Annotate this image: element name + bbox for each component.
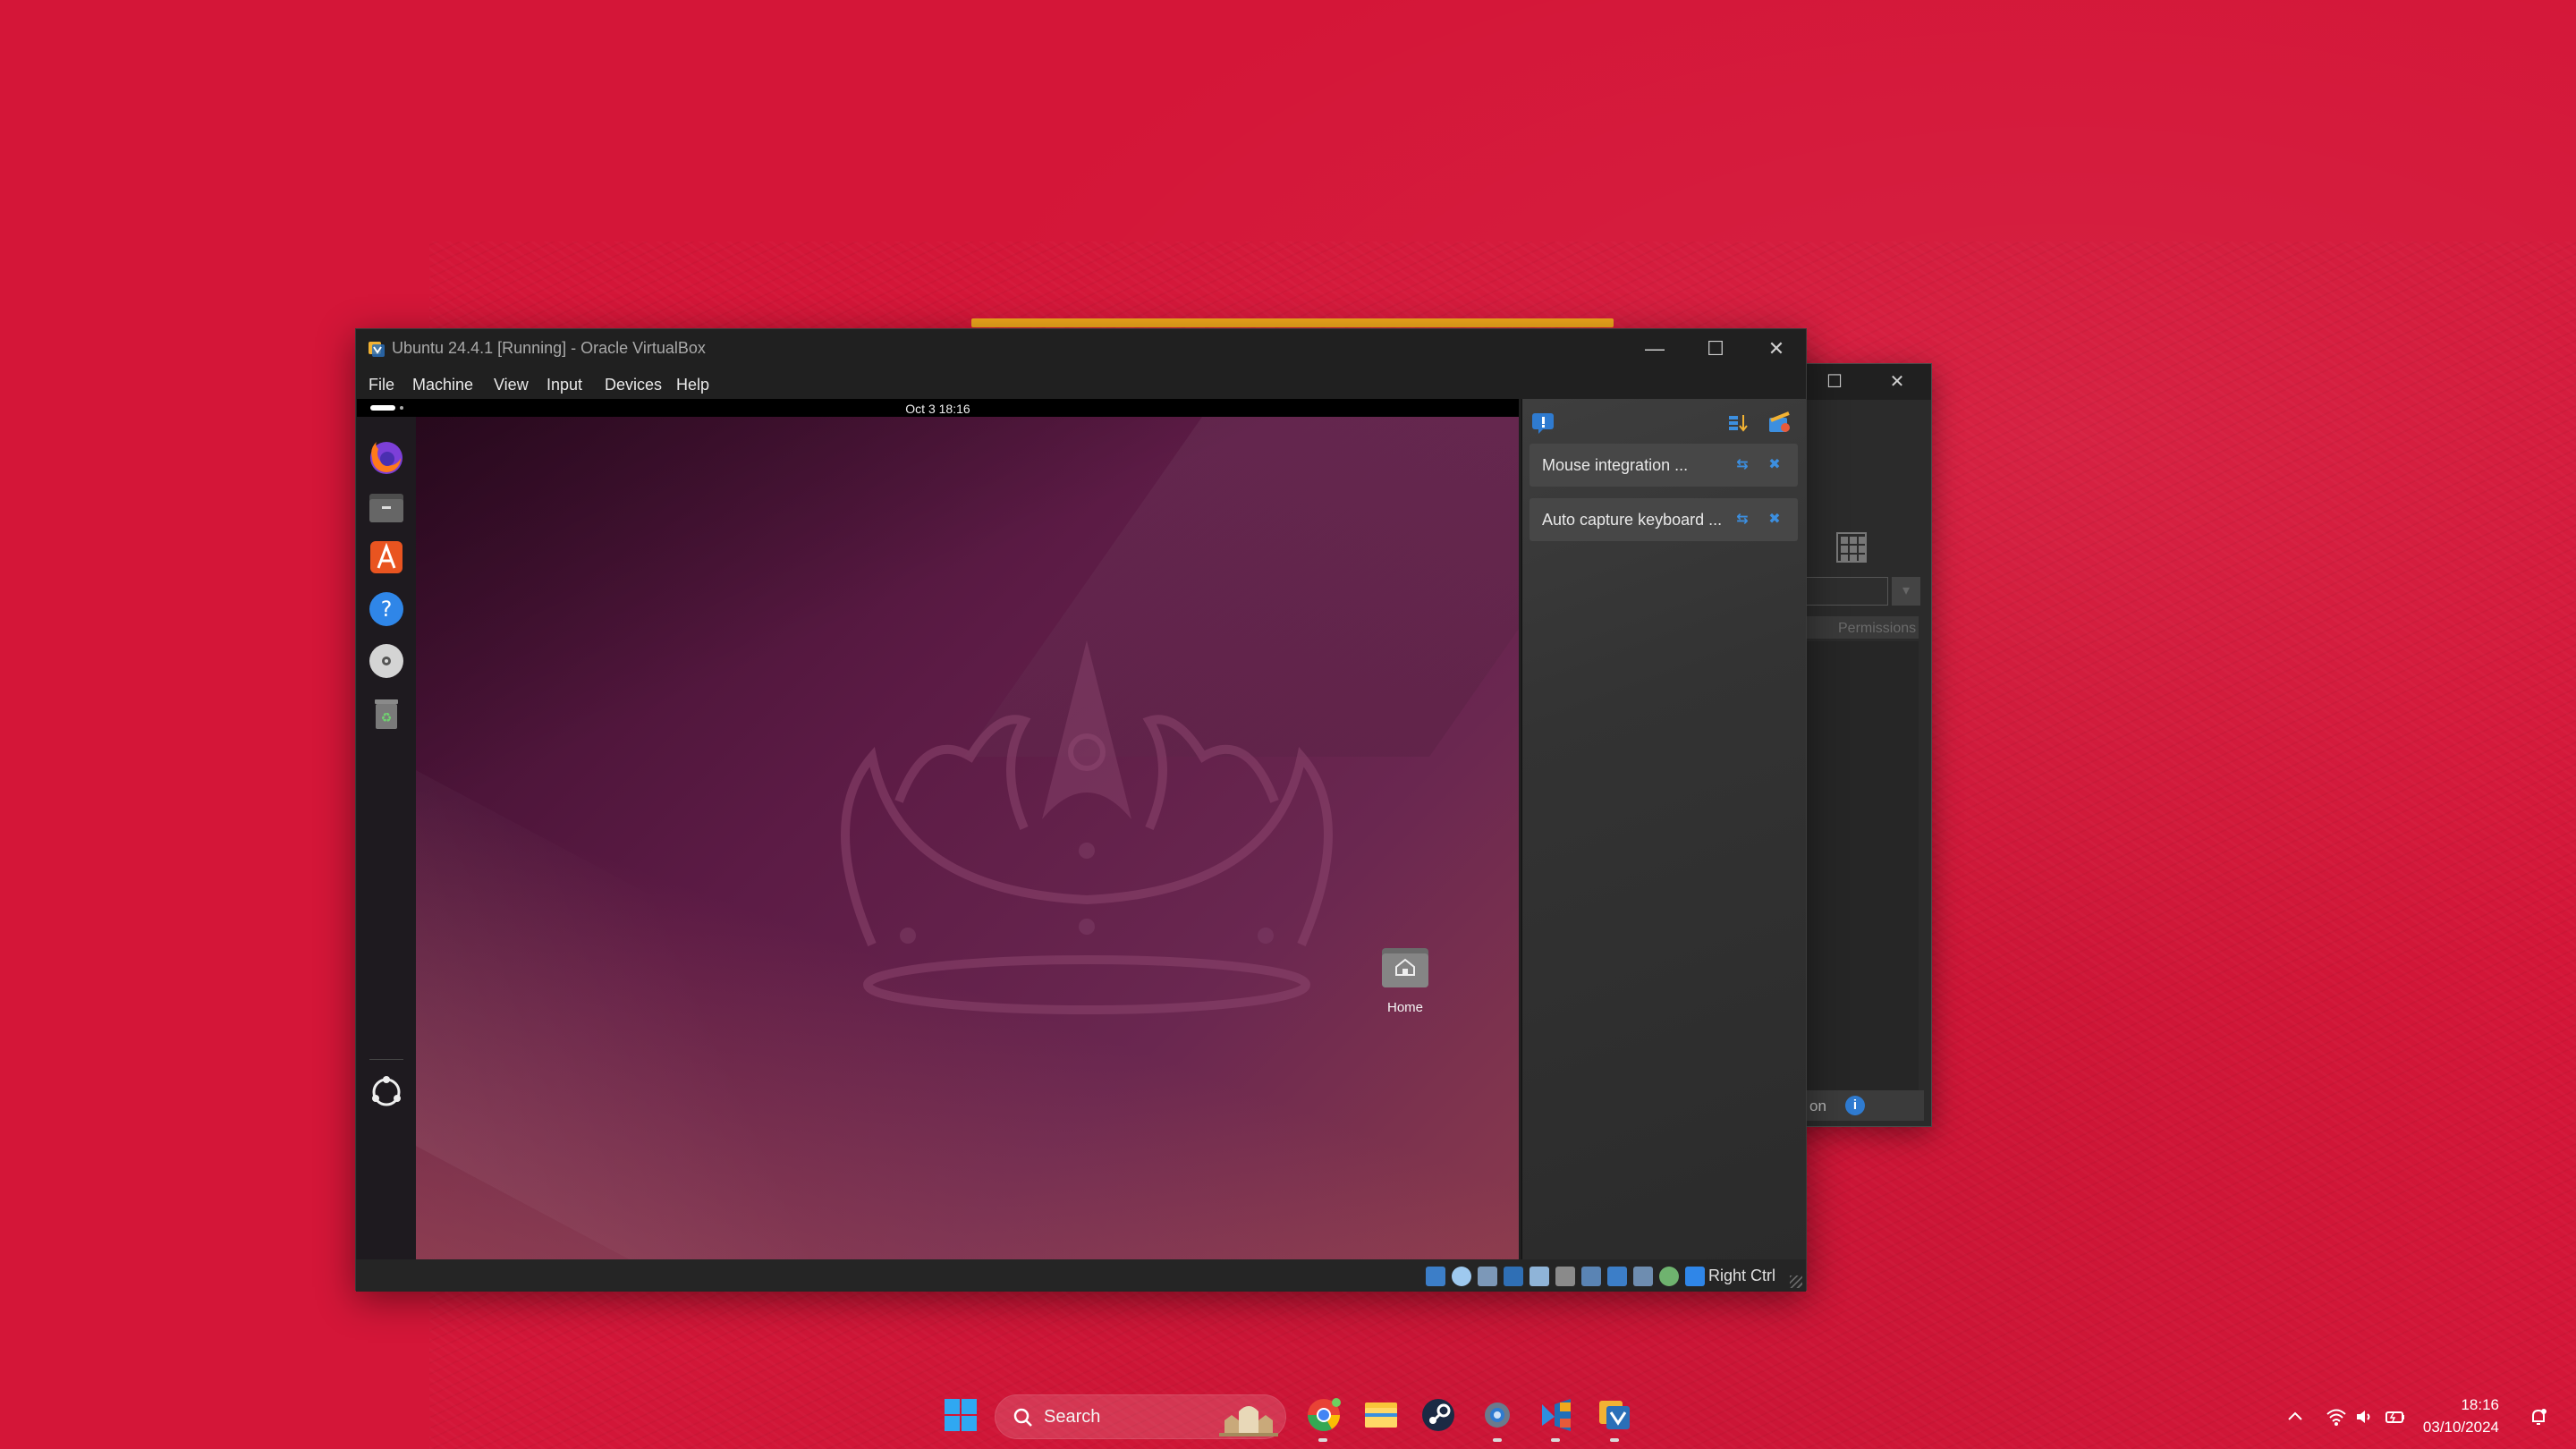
guest-additions-icon[interactable] <box>1659 1267 1679 1286</box>
vm-window[interactable]: Ubuntu 24.4.1 [Running] - Oracle Virtual… <box>355 328 1807 1292</box>
manager-maximize-button[interactable]: ☐ <box>1817 371 1852 393</box>
info-icon[interactable]: i <box>1845 1096 1865 1115</box>
notification-text: Mouse integration ... <box>1542 456 1689 474</box>
virtualbox-icon[interactable] <box>1596 1395 1635 1435</box>
virtualbox-icon <box>369 342 385 357</box>
ubuntu-desktop[interactable]: Home <box>416 417 1519 1259</box>
manager-list[interactable] <box>1790 641 1919 1106</box>
file-explorer-icon[interactable] <box>1361 1395 1401 1435</box>
guest-display[interactable]: Oct 3 18:16 ? ♻ Home <box>357 399 1519 1259</box>
vm-status-bar: Right Ctrl <box>356 1259 1806 1292</box>
permissions-label: Permissions <box>1838 621 1917 636</box>
show-apps-icon[interactable] <box>366 1072 407 1113</box>
network-icon[interactable] <box>1504 1267 1523 1286</box>
notification-auto-capture-keyboard[interactable]: Auto capture keyboard ... ⇆ ✖ <box>1530 498 1798 541</box>
battery-icon[interactable] <box>2385 1406 2406 1428</box>
volume-icon[interactable] <box>2354 1406 2376 1428</box>
close-button[interactable]: ✕ <box>1746 329 1807 369</box>
manager-filter-dropdown[interactable]: ▾ <box>1892 577 1920 606</box>
maximize-button[interactable]: ☐ <box>1685 329 1746 369</box>
notification-mouse-integration[interactable]: Mouse integration ... ⇆ ✖ <box>1530 444 1798 487</box>
crown-wallpaper-logo <box>841 640 1333 1014</box>
menu-bar: File Machine View Input Devices Help <box>356 369 1806 399</box>
app-center-icon[interactable] <box>366 537 407 578</box>
virtualbox-running-indicator <box>1610 1438 1619 1442</box>
dock-separator <box>369 1059 403 1060</box>
home-folder-label: Home <box>1386 1000 1423 1015</box>
optical-drive-icon[interactable] <box>1452 1267 1471 1286</box>
tray-date[interactable]: 03/10/2024 <box>2410 1419 2499 1436</box>
clear-all-icon[interactable] <box>1766 410 1792 436</box>
notification-text: Auto capture keyboard ... <box>1542 511 1723 529</box>
chrome-running-indicator <box>1318 1438 1327 1442</box>
vm-titlebar[interactable]: Ubuntu 24.4.1 [Running] - Oracle Virtual… <box>356 329 1806 369</box>
background-window-edge <box>971 318 1614 327</box>
notification-center-icon[interactable] <box>1530 410 1556 436</box>
help-icon[interactable]: ? <box>366 589 407 630</box>
manager-close-button[interactable]: ✕ <box>1879 371 1915 393</box>
host-key-label[interactable]: Right Ctrl <box>1708 1267 1775 1285</box>
virtualization-icon[interactable] <box>1633 1267 1653 1286</box>
start-icon[interactable] <box>941 1395 980 1435</box>
display-icon[interactable] <box>1581 1267 1601 1286</box>
dismiss-icon[interactable]: ✖ <box>1766 511 1784 529</box>
ubuntu-dock: ? ♻ <box>357 417 416 1259</box>
chrome-icon[interactable] <box>1304 1395 1343 1435</box>
shared-folders-icon[interactable] <box>1555 1267 1575 1286</box>
wifi-icon[interactable] <box>2326 1406 2347 1428</box>
chevron-up-icon[interactable] <box>2284 1406 2306 1428</box>
permissions-column-header[interactable]: Permissions <box>1790 616 1919 640</box>
ubuntu-top-bar: Oct 3 18:16 <box>357 399 1519 417</box>
vscode-icon[interactable] <box>1537 1395 1576 1435</box>
svg-text:♻: ♻ <box>381 711 393 725</box>
tray-time[interactable]: 18:16 <box>2410 1396 2499 1414</box>
search-icon <box>1013 1408 1032 1427</box>
vm-window-title: Ubuntu 24.4.1 [Running] - Oracle Virtual… <box>392 339 706 357</box>
home-folder-icon[interactable] <box>1380 945 1430 989</box>
settings-running-indicator <box>1493 1438 1502 1442</box>
search-highlight-art <box>1219 1406 1278 1436</box>
firefox-icon[interactable] <box>366 436 407 478</box>
vscode-running-indicator <box>1551 1438 1560 1442</box>
menu-devices[interactable]: Devices <box>605 376 662 394</box>
search-placeholder: Search <box>1044 1407 1101 1427</box>
minimize-button[interactable]: — <box>1624 329 1685 369</box>
grid-view-icon[interactable] <box>1836 532 1867 563</box>
svg-text:?: ? <box>381 597 393 622</box>
mouse-integration-icon[interactable] <box>1685 1267 1705 1286</box>
manager-footer: on i <box>1790 1090 1924 1121</box>
notification-center: Mouse integration ... ⇆ ✖ Auto capture k… <box>1521 399 1806 1259</box>
disc-icon[interactable] <box>366 640 407 682</box>
audio-icon[interactable] <box>1478 1267 1497 1286</box>
menu-machine[interactable]: Machine <box>412 376 473 394</box>
footer-text: on <box>1809 1097 1826 1114</box>
taskbar-search[interactable]: Search <box>995 1394 1286 1439</box>
menu-file[interactable]: File <box>369 376 394 394</box>
help-bubble-icon[interactable]: ⇆ <box>1733 511 1751 529</box>
steam-icon[interactable] <box>1419 1395 1458 1435</box>
recording-icon[interactable] <box>1607 1267 1627 1286</box>
hard-disk-icon[interactable] <box>1426 1267 1445 1286</box>
menu-view[interactable]: View <box>494 376 529 394</box>
menu-help[interactable]: Help <box>676 376 709 394</box>
files-icon[interactable] <box>366 487 407 528</box>
dismiss-icon[interactable]: ✖ <box>1766 456 1784 474</box>
ubuntu-clock[interactable]: Oct 3 18:16 <box>357 402 1519 416</box>
sort-icon[interactable] <box>1726 411 1750 435</box>
usb-icon[interactable] <box>1530 1267 1549 1286</box>
notification-bell-icon[interactable] <box>2528 1406 2549 1428</box>
trash-icon[interactable]: ♻ <box>366 692 407 733</box>
resize-grip[interactable] <box>1790 1275 1802 1288</box>
menu-input[interactable]: Input <box>547 376 582 394</box>
settings-icon[interactable] <box>1478 1395 1517 1435</box>
help-bubble-icon[interactable]: ⇆ <box>1733 456 1751 474</box>
